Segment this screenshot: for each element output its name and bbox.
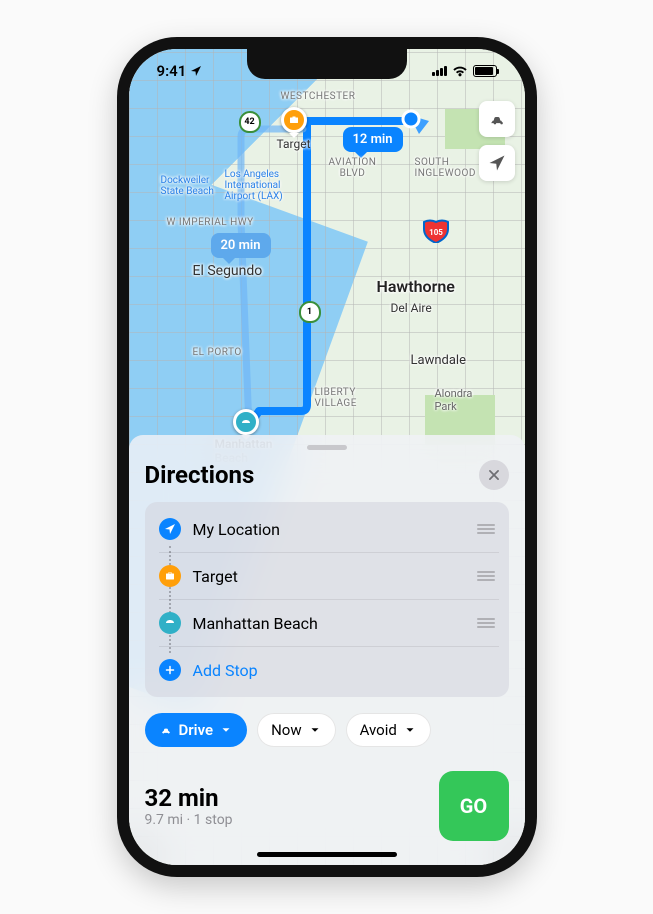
recenter-button[interactable] xyxy=(479,145,515,181)
add-stop-label: Add Stop xyxy=(193,661,499,680)
map-label: LIBERTY VILLAGE xyxy=(315,387,357,409)
route-eta-alternate[interactable]: 20 min xyxy=(211,233,271,258)
stop-label: Target xyxy=(193,567,461,586)
add-stop-button[interactable]: Add Stop xyxy=(159,647,499,693)
sheet-grabber[interactable] xyxy=(307,445,347,450)
drive-mode-button[interactable]: Drive xyxy=(145,713,248,747)
stop-label: My Location xyxy=(193,520,461,539)
mode-pills: Drive Now Avoid xyxy=(145,713,509,747)
chevron-down-icon xyxy=(308,723,322,737)
close-button[interactable] xyxy=(479,460,509,490)
close-icon xyxy=(487,468,501,482)
location-services-icon xyxy=(190,65,202,77)
stop-row-origin[interactable]: My Location xyxy=(159,506,499,553)
plus-icon xyxy=(159,659,181,681)
map-label: SOUTH INGLEWOOD xyxy=(415,157,476,179)
battery-icon xyxy=(473,65,497,77)
route-shield-i105: 105 xyxy=(423,219,449,243)
location-arrow-icon xyxy=(159,518,181,540)
route-eta-primary[interactable]: 12 min xyxy=(343,127,403,152)
shopping-bag-icon xyxy=(159,565,181,587)
car-icon xyxy=(159,723,173,737)
drive-label: Drive xyxy=(179,721,214,739)
stop-row-target[interactable]: Target xyxy=(159,553,499,600)
home-indicator[interactable] xyxy=(257,852,397,857)
avoid-label: Avoid xyxy=(360,721,397,739)
map-label: Alondra Park xyxy=(435,387,473,413)
travel-mode-button[interactable] xyxy=(479,101,515,137)
eta-time: 32 min xyxy=(145,784,233,812)
iphone-frame: 9:41 xyxy=(117,37,537,877)
notch xyxy=(247,49,407,79)
map-label: AVIATION BLVD xyxy=(329,157,377,179)
reorder-handle[interactable] xyxy=(473,520,499,538)
now-label: Now xyxy=(271,721,302,739)
chevron-down-icon xyxy=(219,723,233,737)
map-pin-target[interactable] xyxy=(281,107,307,133)
reorder-handle[interactable] xyxy=(473,567,499,585)
svg-text:105: 105 xyxy=(429,228,443,237)
map-label: EL PORTO xyxy=(193,347,242,358)
map-label: Dockweiler State Beach xyxy=(161,175,214,197)
map-pin-manhattan-beach[interactable] xyxy=(233,409,259,435)
cellular-signal-icon xyxy=(432,66,447,76)
screen: 9:41 xyxy=(129,49,525,865)
avoid-button[interactable]: Avoid xyxy=(346,713,431,747)
map-label: Hawthorne xyxy=(377,277,455,296)
go-button[interactable]: GO xyxy=(439,771,509,841)
umbrella-icon xyxy=(159,612,181,634)
map-label: Del Aire xyxy=(391,301,432,315)
map-label: Lawndale xyxy=(411,353,466,368)
status-time: 9:41 xyxy=(157,62,187,80)
wifi-icon xyxy=(452,65,468,77)
stops-list: My Location Target Manhattan Beach xyxy=(145,502,509,697)
chevron-down-icon xyxy=(403,723,417,737)
directions-sheet[interactable]: Directions My Location xyxy=(129,435,525,865)
eta-summary: 32 min 9.7 mi · 1 stop GO xyxy=(145,763,509,859)
map-label: Los Angeles International Airport (LAX) xyxy=(225,169,283,202)
map-label-target: Target xyxy=(277,137,311,151)
map-label: El Segundo xyxy=(193,263,263,279)
depart-time-button[interactable]: Now xyxy=(257,713,336,747)
map-label: W IMPERIAL HWY xyxy=(167,217,254,228)
stop-label: Manhattan Beach xyxy=(193,614,461,633)
route-shield-1: 1 xyxy=(299,301,321,323)
sheet-title: Directions xyxy=(145,461,255,489)
reorder-handle[interactable] xyxy=(473,614,499,632)
eta-subtitle: 9.7 mi · 1 stop xyxy=(145,812,233,828)
stop-row-destination[interactable]: Manhattan Beach xyxy=(159,600,499,647)
route-shield-42: 42 xyxy=(239,111,261,133)
